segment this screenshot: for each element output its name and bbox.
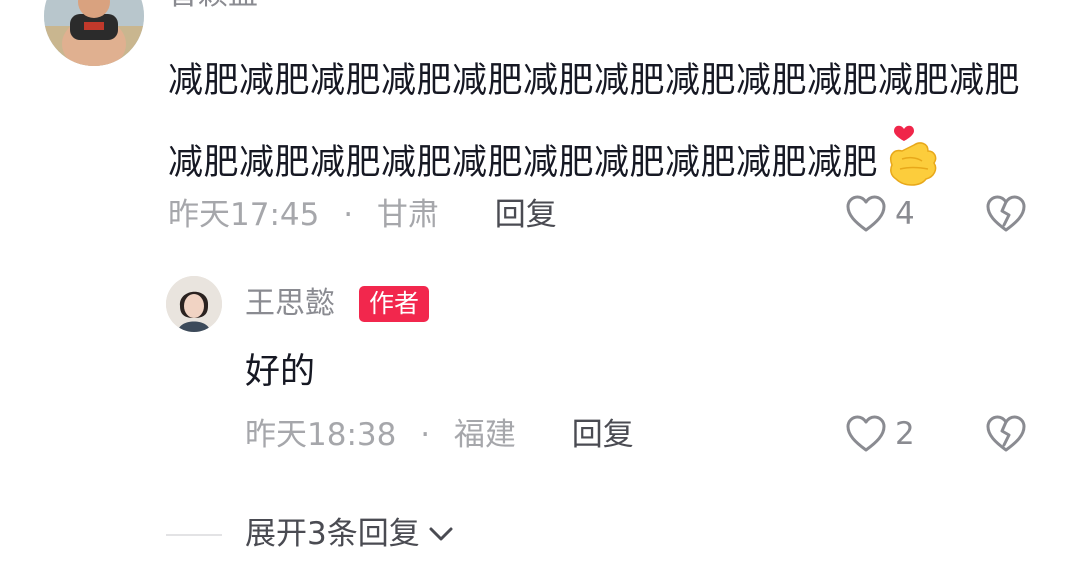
- reply-like-button[interactable]: 2: [845, 414, 915, 454]
- reply-text: 好的: [245, 352, 316, 392]
- heart-outline-icon: [846, 195, 886, 232]
- comment-time: 昨天17:45: [168, 197, 320, 233]
- broken-heart-icon: [986, 415, 1026, 452]
- reply-reply-button[interactable]: 回复: [572, 417, 634, 453]
- expand-replies-label: 展开3条回复: [245, 516, 420, 552]
- reply-like-count: 2: [895, 416, 915, 452]
- author-badge: 作者: [359, 286, 430, 322]
- comment-reply-button[interactable]: 回复: [495, 197, 557, 233]
- finger-heart-emoji-icon: [884, 121, 940, 191]
- reply-avatar[interactable]: [166, 276, 222, 332]
- comment-like-count: 4: [895, 196, 915, 232]
- reply-dislike-button[interactable]: [985, 414, 1027, 454]
- expand-replies-button[interactable]: 展开3条回复: [245, 513, 456, 555]
- broken-heart-icon: [986, 195, 1026, 232]
- chevron-down-icon: [429, 527, 453, 541]
- commenter-username[interactable]: 曾颖盈: [168, 0, 258, 12]
- expand-divider: [166, 534, 222, 536]
- comment-text: 减肥减肥减肥减肥减肥减肥减肥减肥减肥减肥减肥减肥减肥减肥减肥减肥减肥减肥减肥减肥…: [168, 40, 1038, 204]
- comment-meta: 昨天17:45 · 甘肃 回复: [168, 195, 557, 235]
- heart-outline-icon: [846, 415, 886, 452]
- reply-location: 福建: [453, 417, 516, 453]
- comment-location: 甘肃: [376, 197, 439, 233]
- reply-username[interactable]: 王思懿: [245, 286, 335, 322]
- meta-separator: ·: [343, 197, 354, 233]
- reply-time: 昨天18:38: [245, 417, 397, 453]
- commenter-avatar[interactable]: [44, 0, 144, 66]
- reply-meta: 昨天18:38 · 福建 回复: [245, 415, 634, 455]
- comment-dislike-button[interactable]: [985, 194, 1027, 234]
- comment-like-button[interactable]: 4: [845, 194, 915, 234]
- meta-separator: ·: [420, 417, 431, 453]
